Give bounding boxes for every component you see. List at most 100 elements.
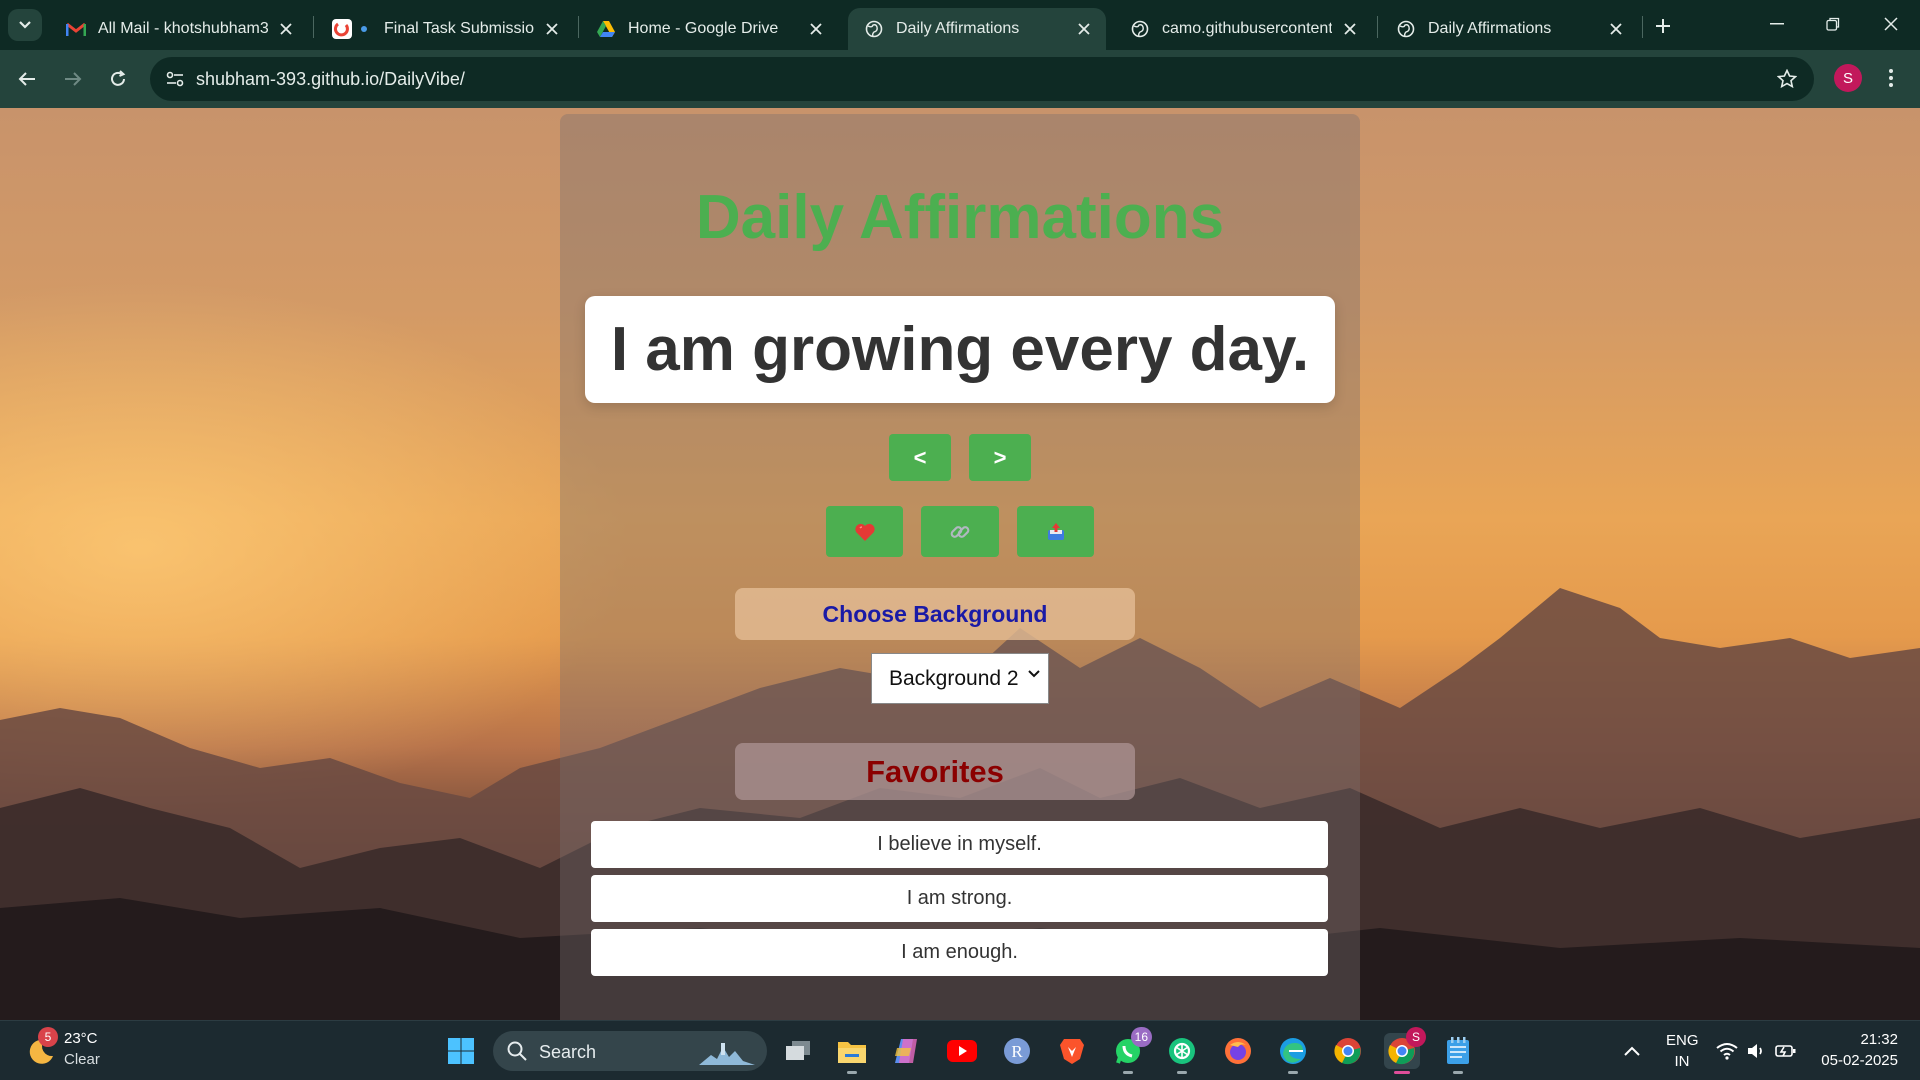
minimize-button[interactable] <box>1754 6 1800 42</box>
reload-button[interactable] <box>100 61 136 97</box>
tab-google-drive[interactable]: Home - Google Drive <box>580 8 838 50</box>
tab-divider <box>1642 16 1643 38</box>
tab-divider <box>313 16 314 38</box>
windows-start-icon <box>448 1038 474 1064</box>
tab-daily-affirmations-active[interactable]: Daily Affirmations <box>848 8 1106 50</box>
chatgpt-button[interactable] <box>1164 1033 1200 1074</box>
tab-forms[interactable]: Final Task Submission F <box>316 8 574 50</box>
input-region[interactable]: IN <box>1666 1053 1698 1070</box>
affirmation-panel: Daily Affirmations I am growing every da… <box>560 114 1360 1020</box>
copilot-button[interactable] <box>888 1033 924 1069</box>
more-vert-icon <box>1889 69 1893 87</box>
tab-divider <box>1377 16 1378 38</box>
new-tab-button[interactable] <box>1648 11 1678 41</box>
close-icon[interactable] <box>806 19 826 39</box>
r-app-button[interactable]: R <box>999 1033 1035 1069</box>
tab-gmail[interactable]: All Mail - khotshubham393 <box>50 8 308 50</box>
running-indicator <box>1123 1071 1133 1074</box>
windows-taskbar: 5 23°C Clear Search R 16 S ENG IN 21:32 … <box>0 1020 1920 1080</box>
notepad-button[interactable] <box>1440 1033 1476 1074</box>
favorites-heading: Favorites <box>735 743 1135 800</box>
running-indicator <box>1394 1071 1410 1074</box>
url-text[interactable]: shubham-393.github.io/DailyVibe/ <box>196 69 465 90</box>
task-view-button[interactable] <box>780 1033 816 1069</box>
wifi-icon[interactable] <box>1715 1039 1739 1063</box>
temperature-text: 23°C <box>64 1030 98 1047</box>
next-affirmation-button[interactable]: > <box>969 434 1031 481</box>
whatsapp-button[interactable]: 16 <box>1110 1027 1152 1074</box>
previous-affirmation-button[interactable]: < <box>889 434 951 481</box>
file-explorer-icon <box>838 1042 866 1063</box>
favorite-item[interactable]: I believe in myself. <box>591 821 1328 868</box>
tab-search-button[interactable] <box>8 9 42 41</box>
menu-button[interactable] <box>1876 63 1906 93</box>
task-view-icon <box>786 1041 810 1060</box>
volume-icon[interactable] <box>1744 1039 1768 1063</box>
minimize-icon <box>1770 23 1784 25</box>
gmail-icon <box>66 19 86 39</box>
tab-divider <box>578 16 579 38</box>
close-icon[interactable] <box>542 19 562 39</box>
brave-button[interactable] <box>1054 1033 1090 1069</box>
link-icon <box>950 525 970 538</box>
file-explorer-button[interactable] <box>834 1033 870 1074</box>
running-indicator <box>1177 1071 1187 1074</box>
share-icon <box>1047 522 1064 540</box>
add-favorite-button[interactable] <box>826 506 903 557</box>
notepad-icon <box>1447 1037 1469 1064</box>
close-icon[interactable] <box>1606 19 1626 39</box>
close-icon <box>1884 17 1898 31</box>
close-icon[interactable] <box>1074 19 1094 39</box>
tab-title: Daily Affirmations <box>1428 20 1552 37</box>
search-highlight-icon <box>699 1043 755 1065</box>
browser-tab-strip: All Mail - khotshubham393 Final Task Sub… <box>0 0 1920 50</box>
search-label: Search <box>539 1042 597 1062</box>
choose-background-heading: Choose Background <box>735 588 1135 640</box>
favorite-item[interactable]: I am enough. <box>591 929 1328 976</box>
chrome-profile-button[interactable]: S <box>1384 1027 1426 1074</box>
clock-time[interactable]: 21:32 <box>1818 1031 1898 1048</box>
google-drive-icon <box>596 19 616 39</box>
background-select-value: Background 2 <box>889 666 1019 690</box>
globe-icon <box>1130 19 1150 39</box>
chevron-up-icon <box>1624 1046 1640 1056</box>
start-button[interactable] <box>443 1033 479 1069</box>
chevron-down-icon <box>19 21 31 29</box>
share-button[interactable] <box>1017 506 1094 557</box>
search-icon <box>507 1041 527 1061</box>
chrome-button[interactable] <box>1330 1033 1366 1069</box>
site-info-icon[interactable] <box>162 66 188 92</box>
firefox-button[interactable] <box>1220 1033 1256 1069</box>
bookmark-star-icon[interactable] <box>1774 66 1800 92</box>
taskbar-search[interactable]: Search <box>493 1031 767 1071</box>
tab-daily-affirmations[interactable]: Daily Affirmations <box>1380 8 1638 50</box>
address-bar[interactable]: shubham-393.github.io/DailyVibe/ <box>150 57 1814 101</box>
tab-title: Daily Affirmations <box>896 20 1020 37</box>
restore-button[interactable] <box>1810 6 1856 42</box>
edge-button[interactable] <box>1275 1033 1311 1074</box>
clock-date[interactable]: 05-02-2025 <box>1808 1052 1898 1069</box>
copilot-icon <box>895 1039 917 1063</box>
close-icon[interactable] <box>276 19 296 39</box>
close-window-button[interactable] <box>1868 6 1914 42</box>
youtube-button[interactable] <box>944 1033 980 1069</box>
arrow-right-icon <box>65 72 82 86</box>
tab-camo-github[interactable]: camo.githubusercontent.co <box>1114 8 1372 50</box>
battery-icon[interactable] <box>1774 1039 1798 1063</box>
arrow-left-icon <box>18 72 35 86</box>
edge-icon <box>1280 1038 1306 1064</box>
forward-button[interactable] <box>55 61 91 97</box>
back-button[interactable] <box>9 61 45 97</box>
profile-avatar[interactable]: S <box>1834 64 1862 92</box>
google-forms-icon <box>332 19 372 39</box>
copy-link-button[interactable] <box>921 506 999 557</box>
tab-title: Home - Google Drive <box>628 20 779 37</box>
favorite-item[interactable]: I am strong. <box>591 875 1328 922</box>
show-hidden-icons-button[interactable] <box>1620 1039 1644 1063</box>
globe-icon <box>864 19 884 39</box>
close-icon[interactable] <box>1340 19 1360 39</box>
input-language[interactable]: ENG <box>1666 1032 1699 1049</box>
background-select[interactable]: Background 2 <box>871 653 1049 704</box>
page-viewport: Daily Affirmations I am growing every da… <box>0 108 1920 1020</box>
tab-title: Final Task Submission F <box>384 20 534 37</box>
